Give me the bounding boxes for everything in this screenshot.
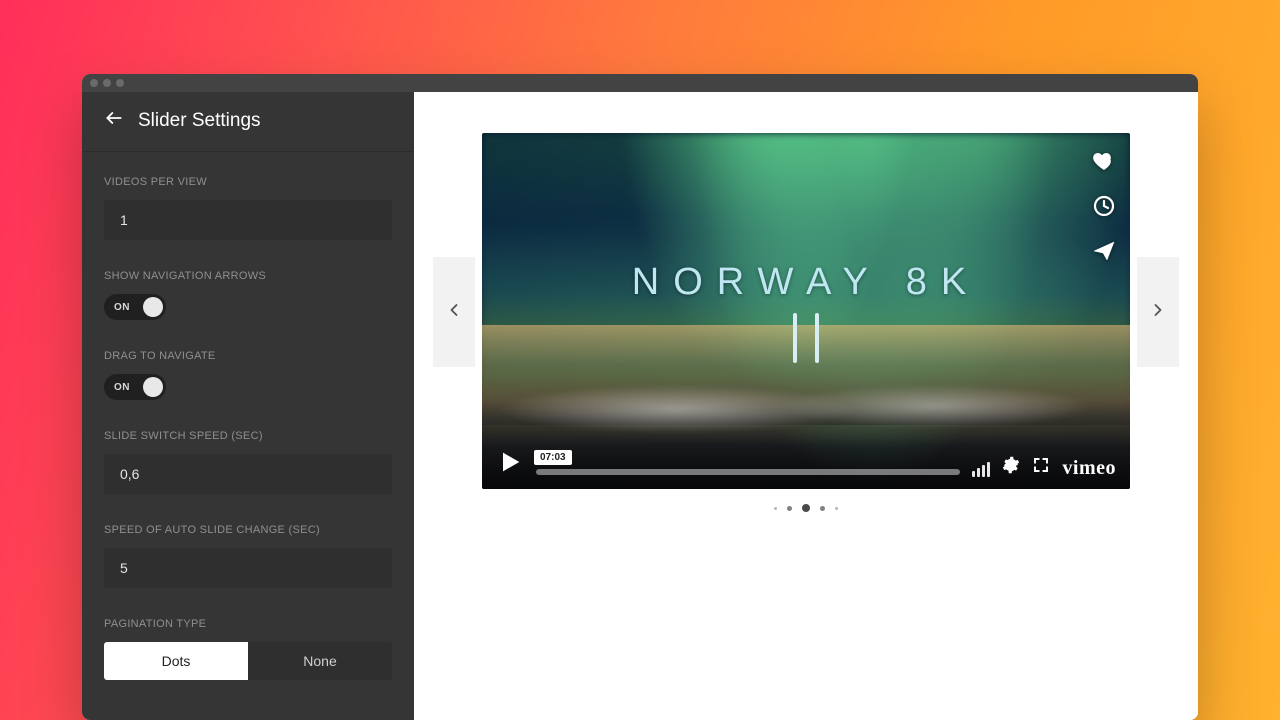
play-button[interactable] <box>496 448 524 481</box>
videos-per-view-input[interactable] <box>104 200 392 240</box>
slider-pagination-dots[interactable] <box>774 504 838 512</box>
toggle-knob <box>143 377 163 397</box>
window-max-dot[interactable] <box>116 79 124 87</box>
paper-plane-icon[interactable] <box>1092 239 1116 268</box>
pagination-segmented-control: Dots None <box>104 642 392 680</box>
video-scrubber[interactable] <box>536 469 960 475</box>
video-title-decoration <box>793 313 819 363</box>
setting-auto-speed: SPEED OF AUTO SLIDE CHANGE (SEC) <box>104 524 392 588</box>
chevron-left-icon <box>444 300 464 325</box>
setting-label: DRAG TO NAVIGATE <box>104 350 392 362</box>
fullscreen-icon[interactable] <box>1032 456 1050 479</box>
setting-label: SHOW NAVIGATION ARROWS <box>104 270 392 282</box>
window-titlebar <box>82 74 1198 92</box>
pagination-dot[interactable] <box>774 507 777 510</box>
drag-nav-toggle[interactable]: ON <box>104 374 166 400</box>
setting-label: SPEED OF AUTO SLIDE CHANGE (SEC) <box>104 524 392 536</box>
slider-next-button[interactable] <box>1137 257 1179 367</box>
setting-videos-per-view: VIDEOS PER VIEW <box>104 176 392 240</box>
pagination-option-none[interactable]: None <box>248 642 392 680</box>
preview-area: NORWAY 8K 07:03 <box>414 92 1198 720</box>
video-duration-badge: 07:03 <box>534 450 572 465</box>
video-thumbnail-bg <box>482 133 1130 489</box>
chevron-right-icon <box>1148 300 1168 325</box>
heart-icon[interactable] <box>1092 149 1116 178</box>
window-close-dot[interactable] <box>90 79 98 87</box>
pagination-option-dots[interactable]: Dots <box>104 642 248 680</box>
auto-speed-input[interactable] <box>104 548 392 588</box>
setting-label: PAGINATION TYPE <box>104 618 392 630</box>
toggle-state-label: ON <box>104 302 130 313</box>
video-controls: 07:03 vimeo <box>482 437 1130 489</box>
pagination-dot[interactable] <box>820 506 825 511</box>
pagination-dot[interactable] <box>787 506 792 511</box>
video-side-actions <box>1092 149 1116 268</box>
vimeo-logo[interactable]: vimeo <box>1062 457 1116 480</box>
video-player[interactable]: NORWAY 8K 07:03 <box>482 133 1130 489</box>
setting-switch-speed: SLIDE SWITCH SPEED (SEC) <box>104 430 392 494</box>
switch-speed-input[interactable] <box>104 454 392 494</box>
window-min-dot[interactable] <box>103 79 111 87</box>
setting-label: SLIDE SWITCH SPEED (SEC) <box>104 430 392 442</box>
clock-icon[interactable] <box>1092 194 1116 223</box>
setting-show-arrows: SHOW NAVIGATION ARROWS ON <box>104 270 392 320</box>
pagination-dot[interactable] <box>835 507 838 510</box>
show-arrows-toggle[interactable]: ON <box>104 294 166 320</box>
pagination-dot-active[interactable] <box>802 504 810 512</box>
page-title: Slider Settings <box>138 110 261 132</box>
setting-label: VIDEOS PER VIEW <box>104 176 392 188</box>
app-window: Slider Settings VIDEOS PER VIEW SHOW NAV… <box>82 74 1198 720</box>
toggle-state-label: ON <box>104 382 130 393</box>
video-title: NORWAY 8K <box>482 261 1130 304</box>
gear-icon[interactable] <box>1002 456 1020 479</box>
sidebar-header: Slider Settings <box>82 92 414 152</box>
toggle-knob <box>143 297 163 317</box>
slider-prev-button[interactable] <box>433 257 475 367</box>
setting-pagination-type: PAGINATION TYPE Dots None <box>104 618 392 680</box>
setting-drag-to-navigate: DRAG TO NAVIGATE ON <box>104 350 392 400</box>
volume-icon[interactable] <box>972 462 990 477</box>
back-icon[interactable] <box>104 108 124 133</box>
settings-sidebar: Slider Settings VIDEOS PER VIEW SHOW NAV… <box>82 92 414 720</box>
